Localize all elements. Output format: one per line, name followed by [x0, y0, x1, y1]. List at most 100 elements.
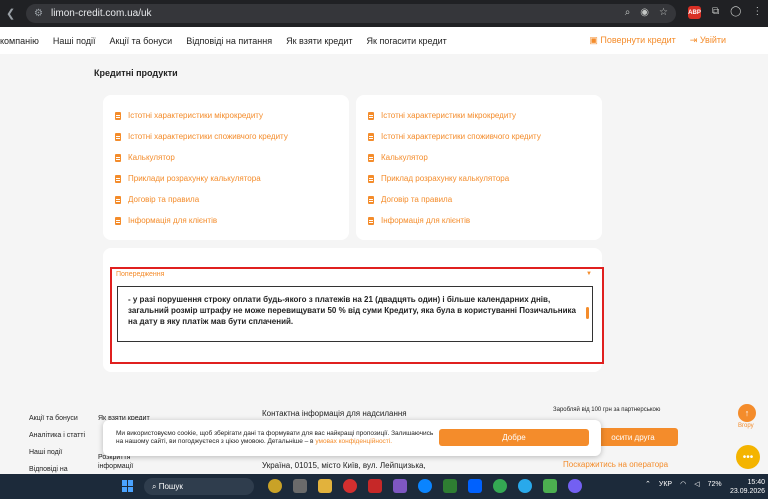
clock-time: 15:40 — [747, 479, 766, 486]
document-icon — [368, 195, 374, 204]
warning-text-box[interactable]: - у разі порушення строку оплати будь-як… — [117, 286, 593, 342]
footer-partner-note: Заробляй від 100 грн за партнерською — [553, 407, 661, 413]
link-label: Приклад розрахунку калькулятора — [381, 174, 510, 183]
privacy-link[interactable]: умовах конфіденційності. — [315, 438, 392, 445]
link-microcredit-specs[interactable]: Істотні характеристики мікрокредиту — [115, 105, 337, 126]
link-calculator-example[interactable]: Приклад розрахунку калькулятора — [368, 168, 590, 189]
nav-item-promos[interactable]: Акції та бонуси — [110, 36, 173, 46]
link-calculator[interactable]: Калькулятор — [368, 147, 590, 168]
cookie-text-block: Ми використовуємо cookie, щоб зберігати … — [116, 430, 436, 446]
adblock-extension-icon[interactable]: ABP — [688, 6, 701, 19]
site-info-icon[interactable]: ⚙ — [34, 8, 43, 19]
dropbox-icon[interactable] — [468, 479, 482, 493]
link-label: Інформація для клієнтів — [128, 216, 218, 225]
edge-icon[interactable] — [418, 479, 432, 493]
task-view-icon[interactable] — [293, 479, 307, 493]
link-consumer-credit-specs[interactable]: Істотні характеристики споживчого кредит… — [115, 126, 337, 147]
link-client-info[interactable]: Інформація для клієнтів — [115, 210, 337, 231]
language-indicator[interactable]: УКР — [659, 481, 672, 488]
search-label: Пошук — [158, 482, 183, 491]
link-label: Договір та правила — [128, 195, 200, 204]
link-label: Істотні характеристики мікрокредиту — [128, 111, 264, 120]
weather-widget-icon[interactable] — [268, 479, 282, 493]
invite-friend-button[interactable]: осити друга — [588, 428, 678, 446]
battery-level[interactable]: 72% — [708, 481, 722, 488]
eye-off-icon[interactable]: ◉ — [640, 7, 649, 18]
link-label: Істотні характеристики споживчого кредит… — [128, 132, 288, 141]
nav-item-events[interactable]: Наші події — [53, 36, 96, 46]
chevron-down-icon[interactable]: ▼ — [586, 271, 592, 277]
app-l-icon[interactable] — [368, 479, 382, 493]
footer-col-1: Акції та бонуси Аналітика і статті Наші … — [29, 410, 85, 478]
chevron-up-icon[interactable]: ⌃ — [645, 480, 651, 488]
telegram-icon[interactable] — [518, 479, 532, 493]
document-icon — [115, 111, 121, 120]
products-card-left: Істотні характеристики мікрокредиту Істо… — [103, 95, 349, 240]
cookie-accept-button[interactable]: Добре — [439, 429, 589, 446]
document-icon — [368, 132, 374, 141]
opera-icon[interactable] — [343, 479, 357, 493]
products-card-right: Істотні характеристики мікрокредиту Істо… — [356, 95, 602, 240]
document-icon — [115, 195, 121, 204]
link-label: Договір та правила — [381, 195, 453, 204]
menu-kebab-icon[interactable]: ⋮ — [752, 6, 762, 19]
link-contract-rules[interactable]: Договір та правила — [115, 189, 337, 210]
document-icon — [115, 174, 121, 183]
warning-accordion[interactable]: Попередження ▼ - у разі порушення строку… — [110, 267, 604, 364]
footer-link[interactable]: Аналітика і статті — [29, 427, 85, 444]
windows-start-icon[interactable] — [122, 480, 134, 492]
link-label: Істотні характеристики споживчого кредит… — [381, 132, 541, 141]
site-navigation: компанію Наші події Акції та бонуси Відп… — [0, 27, 768, 54]
file-explorer-icon[interactable] — [318, 479, 332, 493]
address-bar[interactable]: ⚙ limon-credit.com.ua/uk ⌕ ◉ ☆ — [26, 4, 676, 23]
link-calculator-examples[interactable]: Приклади розрахунку калькулятора — [115, 168, 337, 189]
link-label: Калькулятор — [128, 153, 175, 162]
link-consumer-credit-specs[interactable]: Істотні характеристики споживчого кредит… — [368, 126, 590, 147]
scroll-top-label[interactable]: Вгору — [738, 423, 754, 429]
extensions-icon[interactable]: ⧉ — [712, 6, 719, 19]
link-client-info[interactable]: Інформація для клієнтів — [368, 210, 590, 231]
nav-item-company[interactable]: компанію — [0, 36, 39, 46]
link-contract-rules[interactable]: Договір та правила — [368, 189, 590, 210]
footer-link[interactable]: Наші події — [29, 444, 85, 461]
app-icon[interactable] — [393, 479, 407, 493]
taskbar-search[interactable]: ⌕ Пошук — [144, 478, 254, 495]
nav-item-faq[interactable]: Відповіді на питання — [186, 36, 272, 46]
nav-item-how-to-repay[interactable]: Як погасити кредит — [367, 36, 447, 46]
bookmark-star-icon[interactable]: ☆ — [659, 7, 668, 18]
document-icon — [368, 174, 374, 183]
clock-date: 23.09.2026 — [730, 488, 766, 495]
return-credit-link[interactable]: ▣ Повернути кредит — [589, 35, 675, 46]
footer-complaint-link[interactable]: Поскаржитись на оператора — [563, 460, 668, 469]
os-taskbar: ⌕ Пошук ⌃ УКР ◠ ◁ 72% 15:40 23.09.2026 — [0, 474, 768, 499]
link-label: Калькулятор — [381, 153, 428, 162]
volume-icon[interactable]: ◁ — [694, 480, 699, 488]
chat-icon[interactable]: ••• — [736, 445, 760, 469]
taskbar-apps — [268, 479, 582, 493]
viber-icon[interactable] — [568, 479, 582, 493]
document-icon — [115, 216, 121, 225]
system-tray: ⌃ УКР ◠ ◁ 72% — [645, 480, 722, 489]
scrollbar-thumb[interactable] — [586, 307, 589, 319]
taskbar-clock[interactable]: 15:40 23.09.2026 — [730, 478, 765, 496]
document-icon — [368, 216, 374, 225]
profile-icon[interactable]: ◯ — [730, 6, 741, 19]
document-icon — [368, 111, 374, 120]
footer-address: Україна, 01015, місто Київ, вул. Лейпциз… — [262, 461, 426, 470]
back-icon[interactable]: ❮ — [6, 7, 15, 20]
warning-text: - у разі порушення строку оплати будь-як… — [128, 295, 576, 326]
footer-contact-title: Контактна інформація для надсилання — [262, 409, 407, 418]
wifi-icon[interactable]: ◠ — [680, 480, 686, 488]
return-credit-label: Повернути кредит — [600, 35, 676, 45]
app-icon[interactable] — [443, 479, 457, 493]
chrome-icon[interactable] — [493, 479, 507, 493]
login-label: Увійти — [699, 35, 726, 45]
zoom-icon[interactable]: ⌕ — [625, 7, 631, 18]
footer-link[interactable]: Акції та бонуси — [29, 410, 85, 427]
arrow-up-icon[interactable]: ↑ — [738, 404, 756, 422]
link-microcredit-specs[interactable]: Істотні характеристики мікрокредиту — [368, 105, 590, 126]
login-link[interactable]: ⇥ Увійти — [690, 35, 726, 46]
link-calculator[interactable]: Калькулятор — [115, 147, 337, 168]
app-icon[interactable] — [543, 479, 557, 493]
nav-item-how-to-get[interactable]: Як взяти кредит — [286, 36, 352, 46]
